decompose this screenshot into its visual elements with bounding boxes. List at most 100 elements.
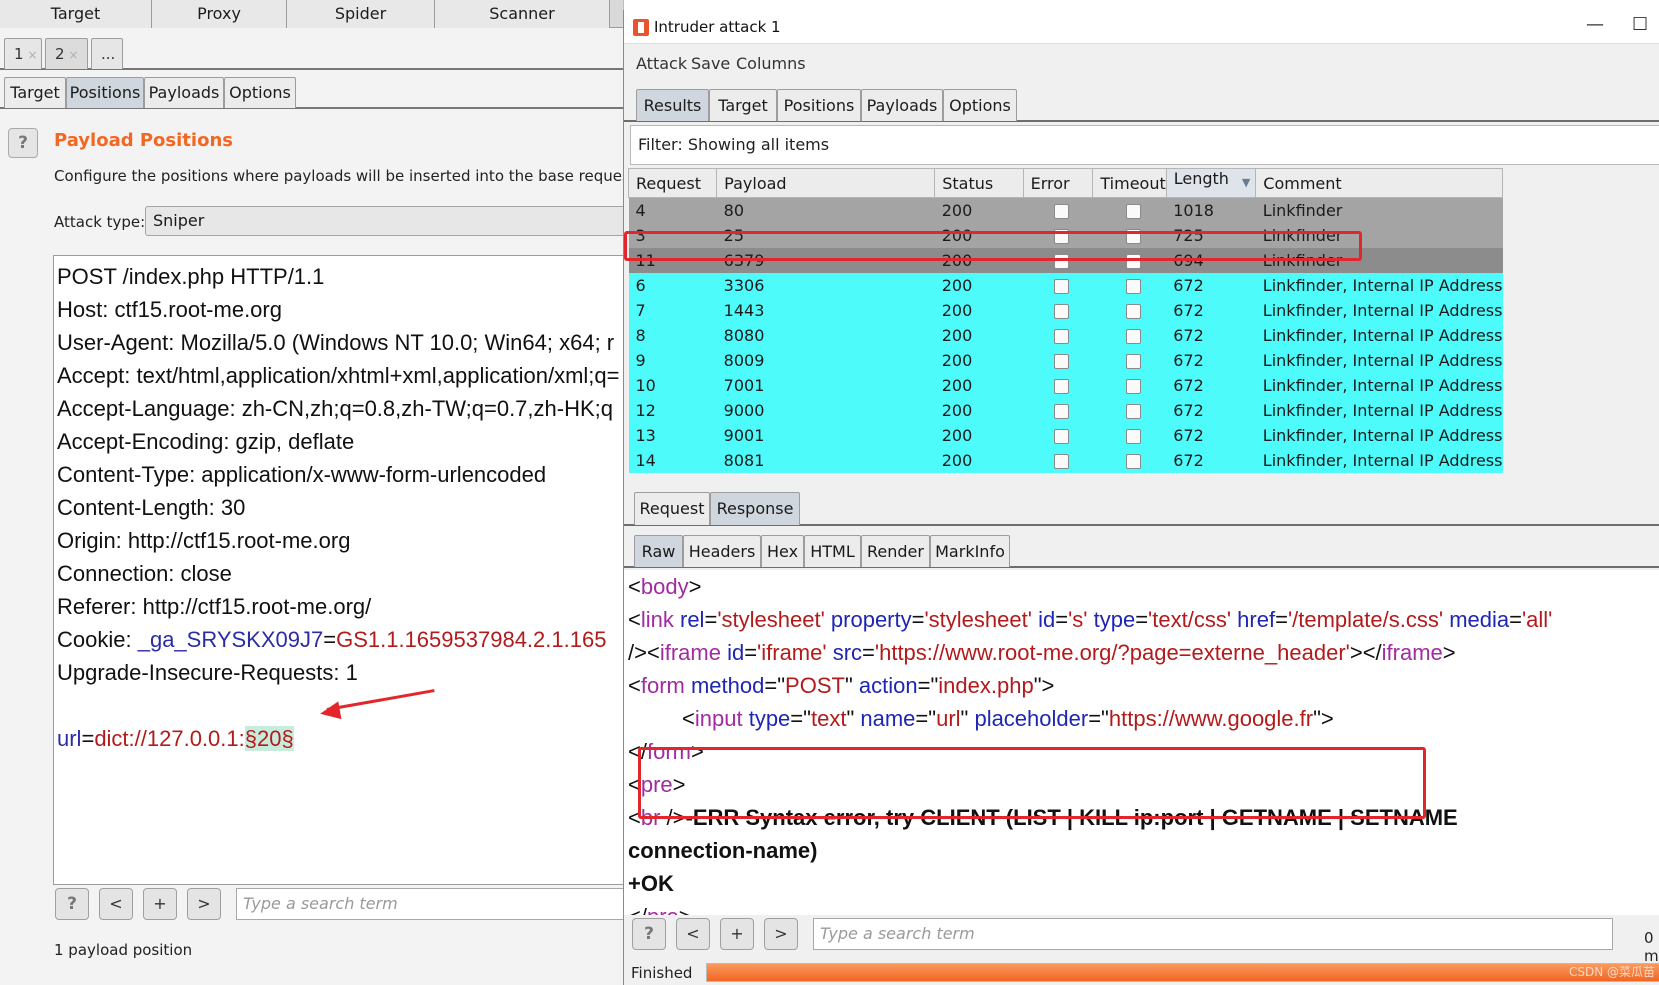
table-row[interactable]: 12 9000 200 672 Linkfinder, Internal IP Addr… bbox=[628, 397, 1503, 423]
add-button[interactable]: + bbox=[143, 888, 177, 920]
main-tab-proxy[interactable]: Proxy bbox=[152, 0, 287, 28]
column-header-comment[interactable]: Comment bbox=[1255, 168, 1503, 198]
close-icon[interactable]: × bbox=[69, 48, 79, 62]
add-button[interactable]: + bbox=[720, 918, 754, 950]
token: = bbox=[1275, 607, 1288, 632]
table-row[interactable]: 7 1443 200 672 Linkfinder, Internal IP Addre… bbox=[628, 297, 1503, 323]
column-header-status[interactable]: Status bbox=[934, 168, 1024, 198]
token: 'all' bbox=[1521, 607, 1553, 632]
error-checkbox[interactable] bbox=[1053, 278, 1069, 294]
table-row[interactable]: 6 3306 200 672 Linkfinder, Internal IP Addre… bbox=[628, 272, 1503, 298]
tab-hex[interactable]: Hex bbox=[761, 535, 804, 567]
token: = bbox=[704, 607, 718, 632]
attack-tab-more[interactable]: ... bbox=[91, 38, 123, 69]
attack-tab-1[interactable]: 1 × bbox=[4, 38, 42, 69]
token: < bbox=[628, 607, 641, 632]
error-checkbox[interactable] bbox=[1053, 378, 1069, 394]
payload-marker[interactable]: §20§ bbox=[244, 726, 294, 751]
column-header-error[interactable]: Error bbox=[1022, 168, 1094, 198]
column-header-length[interactable]: ▼ Length bbox=[1165, 168, 1257, 198]
maximize-icon[interactable]: ☐ bbox=[1632, 14, 1648, 35]
tab-target[interactable]: Target bbox=[709, 89, 777, 121]
search-input[interactable]: Type a search term bbox=[813, 918, 1613, 950]
tab-positions[interactable]: Positions bbox=[777, 89, 861, 121]
tab-markinfo[interactable]: MarkInfo bbox=[930, 535, 1010, 567]
cookie-eq: = bbox=[323, 627, 337, 652]
error-checkbox[interactable] bbox=[1053, 428, 1069, 444]
main-tab-target[interactable]: Target bbox=[0, 0, 152, 28]
column-header-payload[interactable]: Payload bbox=[716, 168, 936, 198]
tab-response[interactable]: Response bbox=[710, 492, 800, 525]
cell-error bbox=[1023, 397, 1093, 423]
tab-request[interactable]: Request bbox=[634, 492, 710, 525]
timeout-checkbox[interactable] bbox=[1125, 428, 1141, 444]
next-button[interactable]: > bbox=[764, 918, 798, 950]
tab-html[interactable]: HTML bbox=[804, 535, 861, 567]
timeout-checkbox[interactable] bbox=[1125, 278, 1141, 294]
main-tab-scanner[interactable]: Scanner bbox=[435, 0, 610, 28]
close-icon[interactable]: × bbox=[28, 48, 38, 62]
tab-results[interactable]: Results bbox=[636, 89, 709, 121]
attack-tab-2[interactable]: 2 × bbox=[45, 38, 88, 69]
search-input[interactable]: Type a search term bbox=[236, 888, 623, 920]
cell-error bbox=[1023, 297, 1093, 323]
table-row[interactable]: 4 80 200 1018 Linkfinder bbox=[628, 197, 1503, 223]
tab-target[interactable]: Target bbox=[4, 77, 66, 108]
cell-request: 7 bbox=[628, 297, 717, 323]
error-checkbox[interactable] bbox=[1053, 203, 1069, 219]
previous-button[interactable]: < bbox=[676, 918, 710, 950]
menu-attack[interactable]: Attack bbox=[636, 54, 687, 73]
error-checkbox[interactable] bbox=[1053, 328, 1069, 344]
tab-headers[interactable]: Headers bbox=[683, 535, 761, 567]
error-checkbox[interactable] bbox=[1053, 453, 1069, 469]
previous-button[interactable]: < bbox=[99, 888, 133, 920]
timeout-checkbox[interactable] bbox=[1125, 353, 1141, 369]
tab-options[interactable]: Options bbox=[943, 89, 1017, 121]
timeout-checkbox[interactable] bbox=[1125, 328, 1141, 344]
token: 's' bbox=[1068, 607, 1088, 632]
cell-timeout bbox=[1092, 422, 1167, 448]
timeout-checkbox[interactable] bbox=[1125, 378, 1141, 394]
timeout-checkbox[interactable] bbox=[1125, 303, 1141, 319]
cookie-value: GS1.1.1659537984.2.1.165 bbox=[336, 627, 607, 652]
table-row[interactable]: 13 9001 200 672 Linkfinder, Internal IP Addr… bbox=[628, 422, 1503, 448]
table-row[interactable]: 10 7001 200 672 Linkfinder, Internal IP Addr… bbox=[628, 372, 1503, 398]
token: type bbox=[748, 706, 791, 731]
cell-status: 200 bbox=[934, 397, 1024, 423]
timeout-checkbox[interactable] bbox=[1125, 203, 1141, 219]
help-icon[interactable]: ? bbox=[55, 888, 89, 920]
tab-payloads[interactable]: Payloads bbox=[144, 77, 224, 108]
next-button[interactable]: > bbox=[187, 888, 221, 920]
token: < bbox=[628, 574, 641, 599]
tab-render[interactable]: Render bbox=[861, 535, 930, 567]
tab-payloads[interactable]: Payloads bbox=[861, 89, 943, 121]
table-row[interactable]: 9 8009 200 672 Linkfinder, Internal IP Addre… bbox=[628, 347, 1503, 373]
cell-status: 200 bbox=[934, 322, 1024, 348]
table-row[interactable]: 8 8080 200 672 Linkfinder, Internal IP Addre… bbox=[628, 322, 1503, 348]
sort-descending-icon: ▼ bbox=[1241, 176, 1251, 189]
minimize-icon[interactable]: — bbox=[1586, 14, 1604, 35]
error-checkbox[interactable] bbox=[1053, 403, 1069, 419]
main-tab-spider[interactable]: Spider bbox=[287, 0, 435, 28]
tab-positions[interactable]: Positions bbox=[66, 77, 144, 108]
attack-type-select[interactable]: Sniper bbox=[145, 206, 623, 236]
cell-length: 1018 bbox=[1166, 197, 1256, 223]
help-icon[interactable]: ? bbox=[8, 128, 38, 158]
error-checkbox[interactable] bbox=[1053, 303, 1069, 319]
request-editor[interactable]: POST /index.php HTTP/1.1 Host: ctf15.roo… bbox=[53, 255, 623, 885]
help-icon[interactable]: ? bbox=[632, 918, 666, 950]
tab-raw[interactable]: Raw bbox=[634, 535, 683, 567]
cell-timeout bbox=[1092, 297, 1167, 323]
column-header-request[interactable]: Request bbox=[628, 168, 718, 198]
menu-columns[interactable]: Columns bbox=[736, 54, 806, 73]
column-header-timeout[interactable]: Timeout bbox=[1092, 168, 1167, 198]
table-row[interactable]: 14 8081 200 672 Linkfinder, Internal IP Addr… bbox=[628, 447, 1503, 473]
error-checkbox[interactable] bbox=[1053, 353, 1069, 369]
results-filter[interactable]: Filter: Showing all items bbox=[630, 125, 1659, 165]
response-body[interactable]: <body> <link rel='stylesheet' property='… bbox=[624, 570, 1659, 915]
tab-options[interactable]: Options bbox=[224, 77, 296, 108]
timeout-checkbox[interactable] bbox=[1125, 403, 1141, 419]
cell-length: 672 bbox=[1166, 447, 1256, 473]
timeout-checkbox[interactable] bbox=[1125, 453, 1141, 469]
menu-save[interactable]: Save bbox=[691, 54, 730, 73]
